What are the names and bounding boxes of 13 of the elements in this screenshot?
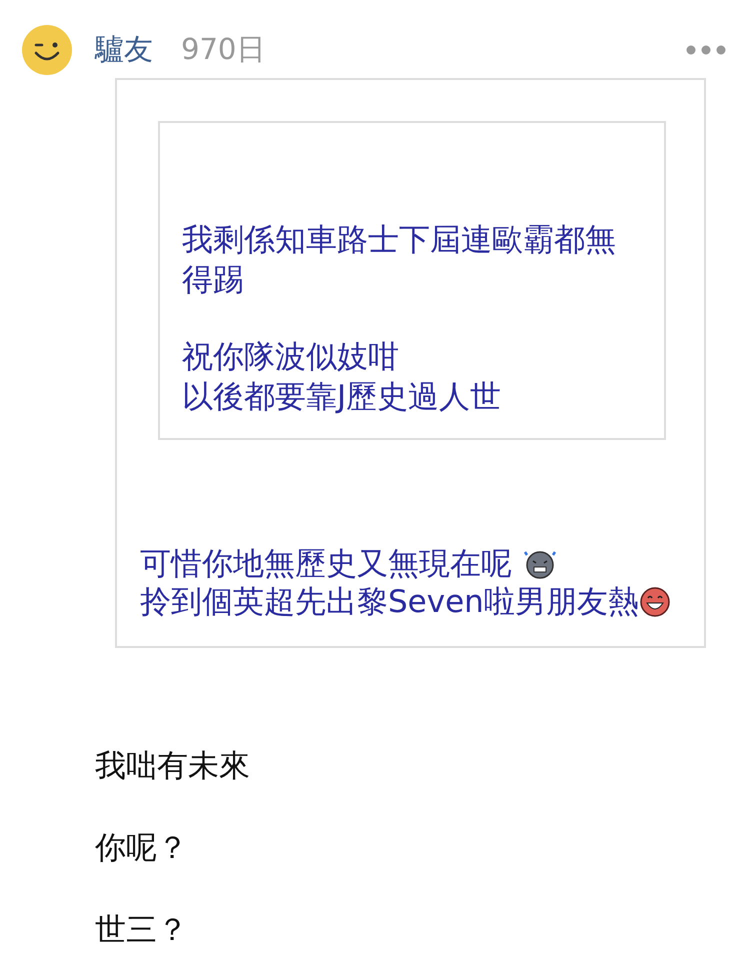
winking-face-avatar[interactable] — [22, 25, 72, 75]
post-text: 我咄有未來 — [95, 748, 251, 784]
post-text: 世三？ — [95, 912, 189, 948]
laughing-face-icon — [638, 586, 671, 618]
quote-text: 我剩係知車路士下屆連歐霸都無得踢 — [182, 221, 617, 300]
post-text: 你呢？ — [95, 830, 189, 866]
more-options-icon[interactable] — [686, 45, 726, 55]
quote-line: 可惜你地無歷史又無現在呢 — [140, 545, 513, 583]
username[interactable]: 驢友 — [95, 30, 153, 70]
quote-text: 以後都要靠J歷史過人世 — [182, 378, 502, 417]
post-age: 970日 — [181, 31, 266, 68]
quote-line: 拎到個英超先出黎Seven啦男朋友熱 — [140, 583, 639, 621]
quote-text: 祝你隊波似妓咁 — [182, 338, 400, 377]
